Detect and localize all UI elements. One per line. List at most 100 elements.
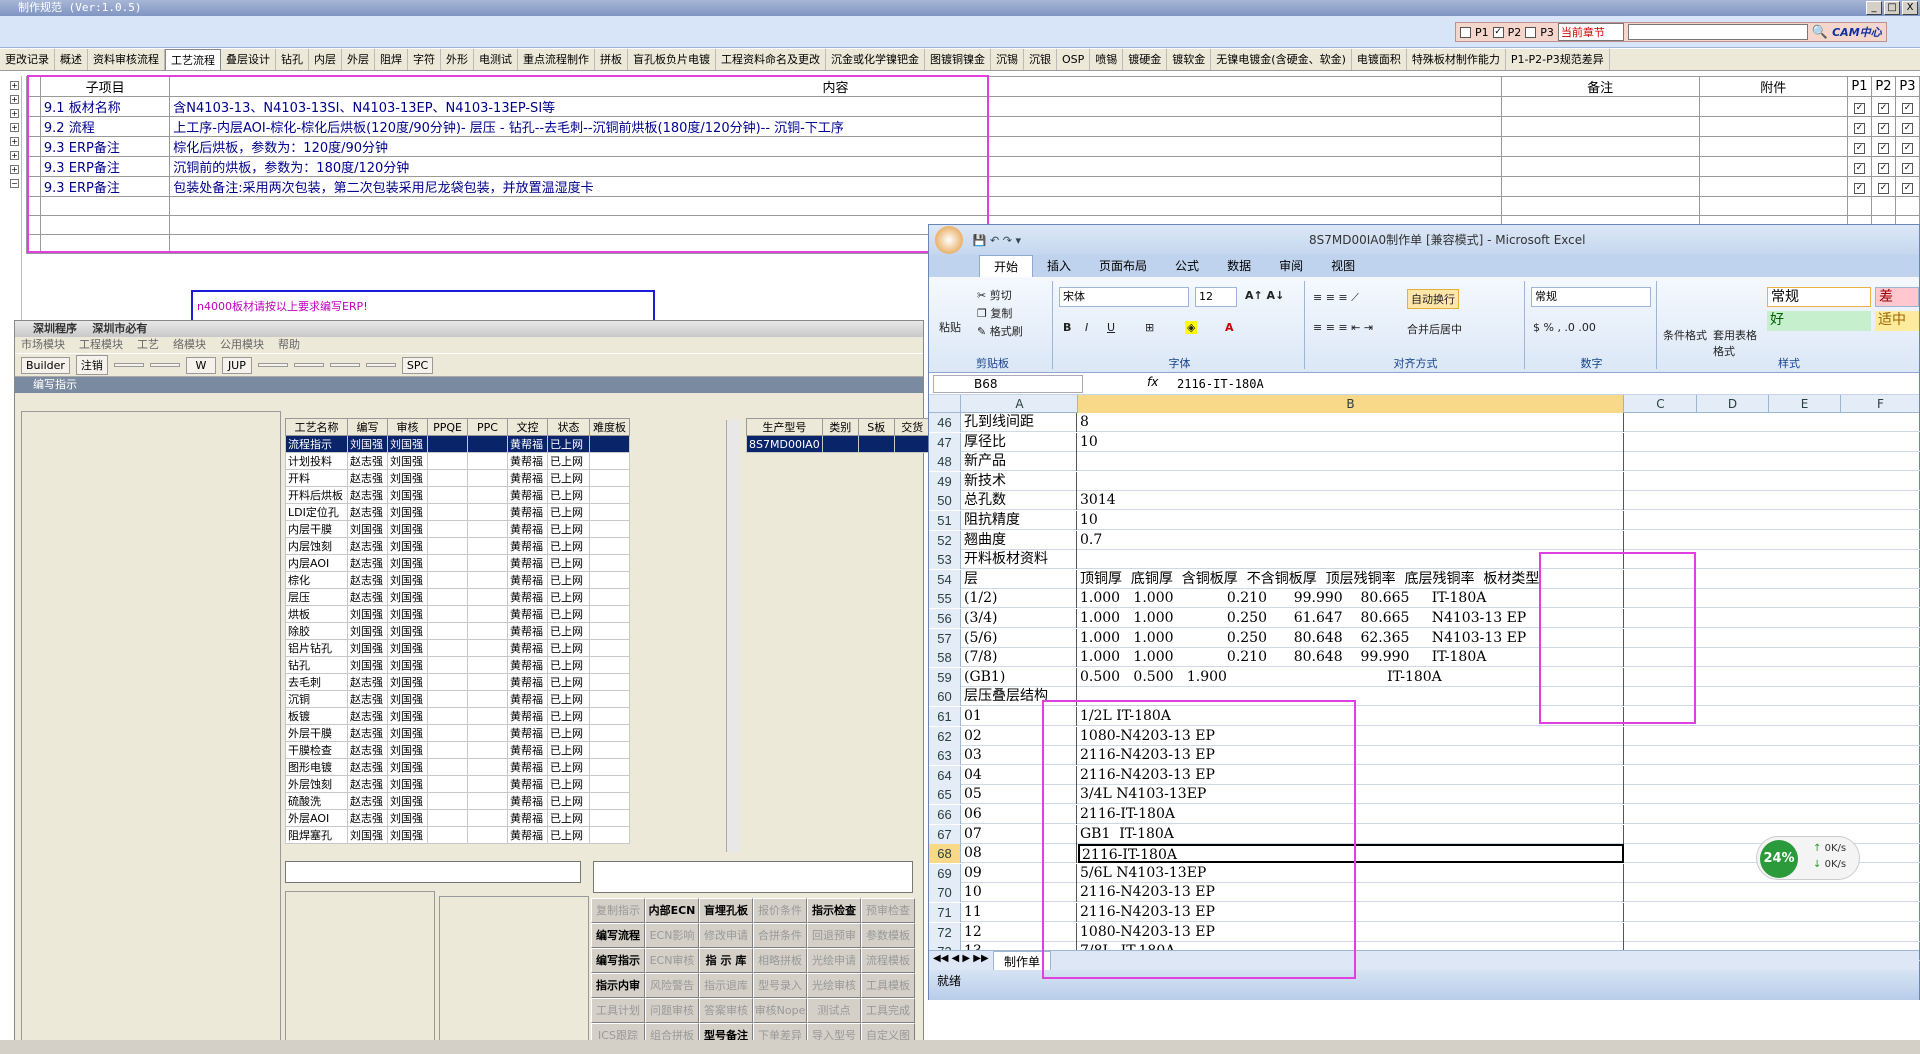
row-number[interactable]: 53 bbox=[929, 550, 961, 570]
tab-item[interactable]: 概述 bbox=[55, 49, 88, 70]
row-number[interactable]: 72 bbox=[929, 922, 961, 942]
grid-row[interactable]: 外层干膜 赵志强 刘国强 黄帮福 已上网 bbox=[285, 724, 630, 742]
column-header[interactable]: C bbox=[1625, 395, 1697, 413]
p1-checkbox[interactable] bbox=[1460, 26, 1471, 38]
cell-b[interactable] bbox=[1078, 452, 1624, 472]
attach-cell[interactable] bbox=[1698, 176, 1849, 197]
action-button[interactable]: 测试点 bbox=[807, 998, 861, 1023]
grid-header[interactable]: PPC bbox=[467, 418, 508, 436]
row-number[interactable]: 50 bbox=[929, 491, 961, 511]
action-button[interactable]: 指示检查 bbox=[807, 898, 861, 923]
tab-item[interactable]: 电镀面积 bbox=[1352, 49, 1407, 70]
cell-b[interactable] bbox=[1078, 471, 1624, 491]
cell-a[interactable]: (5/6) bbox=[962, 628, 1077, 648]
grid-header[interactable]: PPQE bbox=[427, 418, 468, 436]
row-number[interactable]: 63 bbox=[929, 746, 961, 766]
tab-item[interactable]: 重点流程制作 bbox=[518, 49, 595, 70]
currency-icon[interactable]: $ % , .0 .00 bbox=[1533, 321, 1596, 334]
tab-item[interactable]: 叠层设计 bbox=[221, 49, 276, 70]
cell-a[interactable]: (1/2) bbox=[962, 589, 1077, 609]
p2-check[interactable]: ✓ bbox=[1877, 183, 1889, 194]
chapter-select[interactable]: 当前章节 bbox=[1557, 23, 1624, 41]
minimize-button[interactable]: _ bbox=[1866, 1, 1882, 15]
expand-icon[interactable]: + bbox=[10, 137, 19, 146]
tab-item[interactable]: 外层 bbox=[342, 49, 375, 70]
cell-b[interactable]: 10 bbox=[1078, 432, 1624, 452]
grid-header[interactable]: 交货 bbox=[893, 418, 931, 436]
menu-item[interactable]: 工程模块 bbox=[79, 337, 123, 353]
tool-button[interactable]: JUP bbox=[221, 356, 252, 374]
row-number[interactable]: 69 bbox=[929, 863, 961, 883]
grid-header[interactable]: 文控 bbox=[507, 418, 548, 436]
tab-item[interactable]: 喷锡 bbox=[1090, 49, 1124, 70]
row-number[interactable]: 51 bbox=[929, 511, 961, 530]
grid-row[interactable]: 层压 赵志强 刘国强 黄帮福 已上网 bbox=[285, 588, 630, 606]
tab-item[interactable]: 内层 bbox=[309, 49, 342, 70]
column-header[interactable]: A bbox=[962, 395, 1078, 413]
p3-check[interactable]: ✓ bbox=[1901, 103, 1913, 114]
p2-check[interactable]: ✓ bbox=[1877, 123, 1889, 134]
grid-row[interactable]: 板镀 赵志强 刘国强 黄帮福 已上网 bbox=[285, 707, 630, 725]
grid-row[interactable]: 硫酸洗 赵志强 刘国强 黄帮福 已上网 bbox=[285, 792, 630, 810]
grid-row[interactable]: 外层AOI 赵志强 刘国强 黄帮福 已上网 bbox=[285, 809, 630, 827]
remark-cell[interactable] bbox=[1500, 116, 1700, 137]
tool-button[interactable]: 注销 bbox=[75, 355, 108, 375]
action-button[interactable]: ECN审核 bbox=[645, 948, 699, 973]
row-number[interactable]: 67 bbox=[929, 824, 961, 844]
attach-cell[interactable] bbox=[1698, 96, 1849, 117]
tool-button[interactable] bbox=[365, 363, 396, 367]
style-neutral[interactable]: 适中 bbox=[1875, 311, 1919, 331]
tab-item[interactable]: 沉锡 bbox=[991, 49, 1024, 70]
grid-row[interactable]: 计划投料 赵志强 刘国强 黄帮福 已上网 bbox=[285, 452, 630, 470]
grid-row[interactable]: 铝片钻孔 刘国强 刘国强 黄帮福 已上网 bbox=[285, 639, 630, 657]
ribbon-tab[interactable]: 公式 bbox=[1161, 255, 1213, 277]
align-top-icon[interactable]: ≡ ≡ ≡ ⟋ bbox=[1313, 291, 1359, 305]
tool-button[interactable]: SPC bbox=[401, 356, 434, 374]
cell-a[interactable]: 厚径比 bbox=[962, 432, 1077, 452]
tab-item[interactable]: 盲孔板负片电镀 bbox=[628, 49, 716, 70]
grid-row[interactable]: 图形电镀 赵志强 刘国强 黄帮福 已上网 bbox=[285, 758, 630, 776]
grid-row[interactable]: 沉铜 赵志强 刘国强 黄帮福 已上网 bbox=[285, 690, 630, 708]
grid-row[interactable]: 开料 赵志强 刘国强 黄帮福 已上网 bbox=[285, 469, 630, 487]
tab-item[interactable]: 沉银 bbox=[1024, 49, 1057, 70]
grid-scrollbar[interactable] bbox=[726, 420, 740, 852]
select-all[interactable] bbox=[929, 395, 961, 413]
row-number[interactable]: 60 bbox=[929, 687, 961, 707]
action-button[interactable]: 风险警告 bbox=[645, 973, 699, 998]
attach-cell[interactable] bbox=[1698, 136, 1849, 157]
row-number[interactable]: 68 bbox=[929, 844, 961, 864]
expand-icon[interactable]: + bbox=[10, 109, 19, 118]
row-number[interactable]: 61 bbox=[929, 707, 961, 726]
font-color-icon[interactable]: A bbox=[1225, 321, 1234, 334]
tool-button[interactable] bbox=[293, 363, 324, 367]
search-icon[interactable]: 🔍 bbox=[1812, 25, 1828, 40]
action-button[interactable]: 内部ECN bbox=[645, 898, 699, 923]
tab-item[interactable]: P1-P2-P3规范差异 bbox=[1506, 49, 1610, 70]
grid-row[interactable]: 内层干膜 刘国强 刘国强 黄帮福 已上网 bbox=[285, 520, 630, 538]
grid-row[interactable]: 8S7MD00IA0 bbox=[746, 435, 931, 453]
style-bad[interactable]: 差 bbox=[1875, 287, 1919, 307]
number-format-select[interactable]: 常规 bbox=[1531, 287, 1651, 307]
row-number[interactable]: 71 bbox=[929, 903, 961, 922]
grid-header[interactable]: 难度板 bbox=[589, 418, 630, 436]
action-button[interactable]: 合拼条件 bbox=[753, 923, 807, 948]
tool-button[interactable] bbox=[257, 363, 288, 367]
ribbon-tab[interactable]: 审阅 bbox=[1265, 255, 1317, 277]
name-box[interactable]: B68 bbox=[933, 375, 1083, 393]
grid-row[interactable]: 流程指示 刘国强 刘国强 黄帮福 已上网 bbox=[285, 435, 630, 453]
cell-a[interactable]: 总孔数 bbox=[962, 491, 1077, 511]
tab-item[interactable]: OSP bbox=[1057, 49, 1091, 70]
p2-checkbox[interactable]: ✓ bbox=[1492, 26, 1504, 38]
style-normal[interactable]: 常规 bbox=[1767, 287, 1871, 307]
row-number[interactable]: 49 bbox=[929, 471, 961, 491]
action-button[interactable]: 报价条件 bbox=[753, 898, 807, 923]
grow-font-icon[interactable]: A↑ A↓ bbox=[1245, 289, 1284, 302]
tab-item[interactable]: 图镀铜镍金 bbox=[925, 49, 991, 70]
font-select[interactable]: 宋体 bbox=[1059, 287, 1189, 307]
action-button[interactable]: 光绘审核 bbox=[807, 973, 861, 998]
tab-item[interactable]: 工艺流程 bbox=[165, 49, 221, 70]
row-number[interactable]: 65 bbox=[929, 785, 961, 805]
collapse-icon[interactable]: − bbox=[10, 179, 19, 188]
row-number[interactable]: 52 bbox=[929, 530, 961, 550]
column-header[interactable]: B bbox=[1078, 395, 1624, 413]
